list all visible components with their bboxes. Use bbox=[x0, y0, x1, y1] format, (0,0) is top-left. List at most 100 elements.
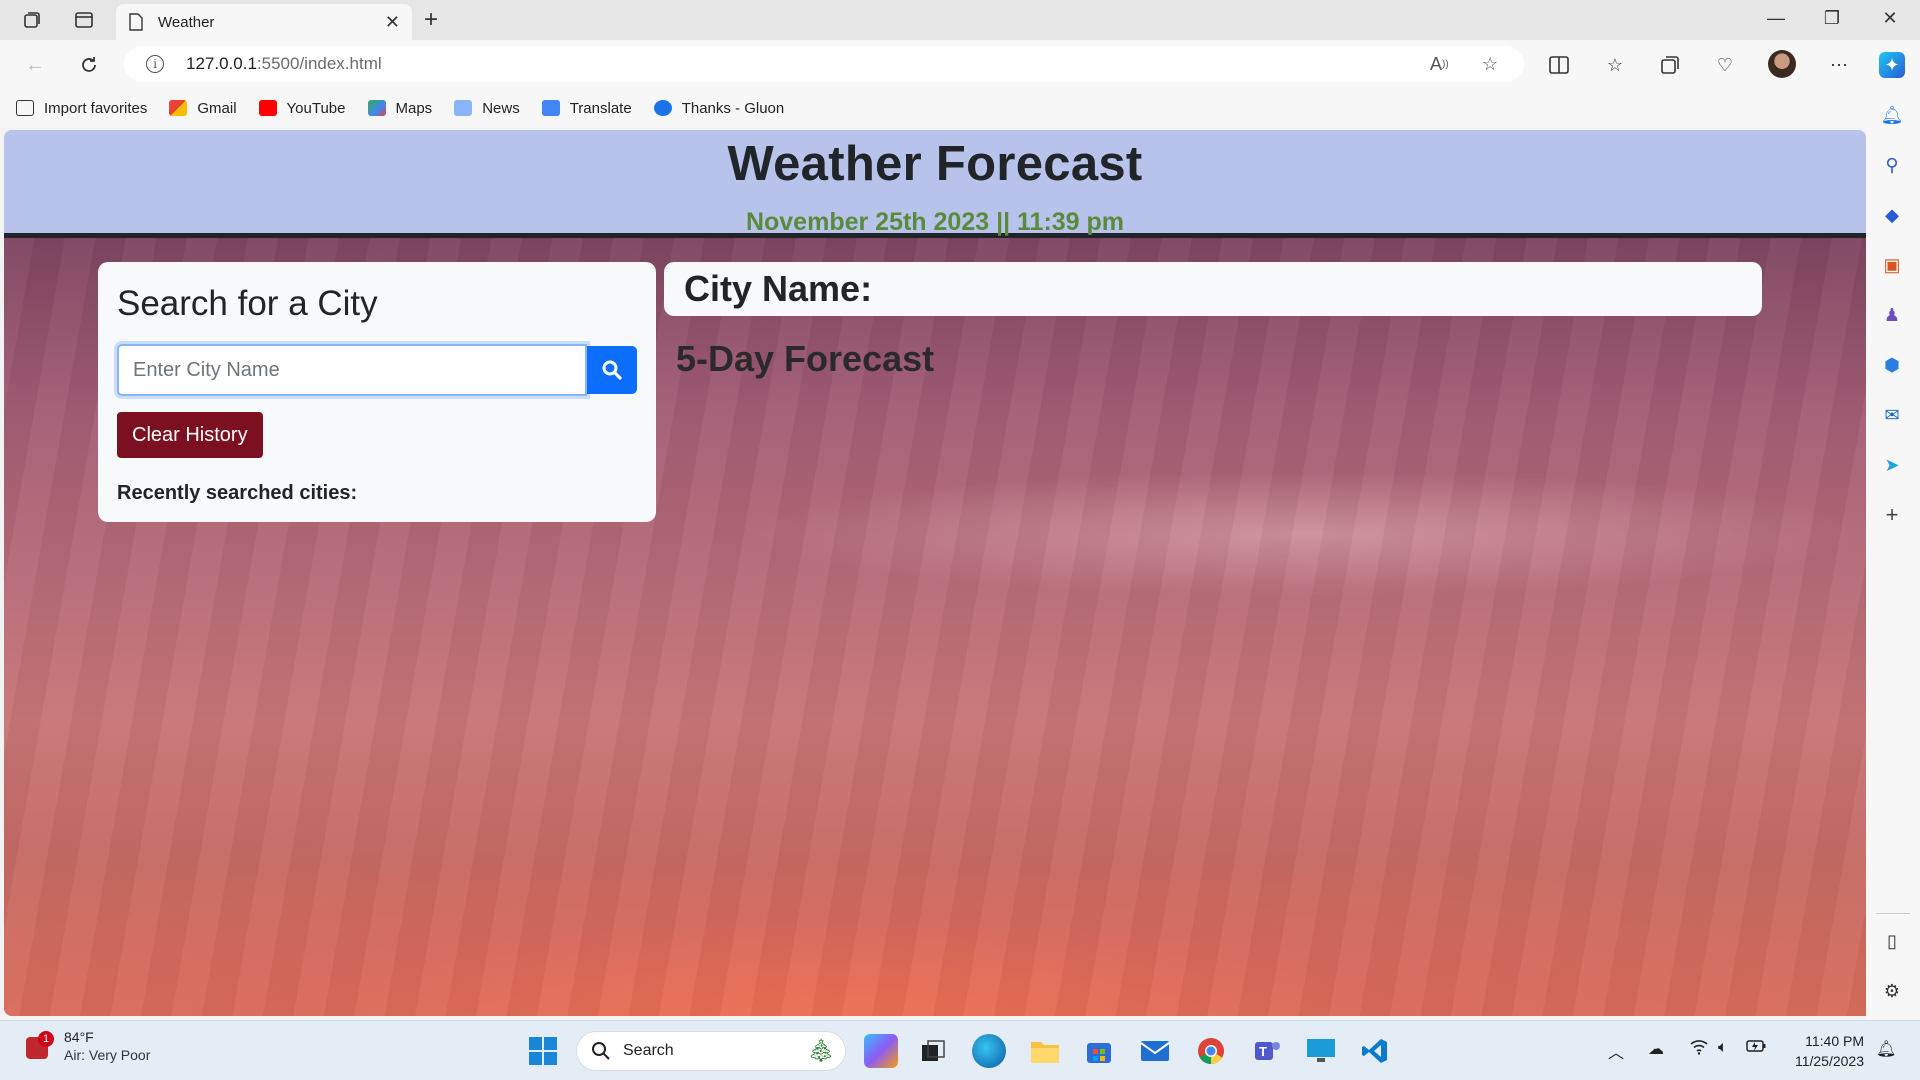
notifications-icon[interactable]: 🔔︎ bbox=[1879, 102, 1905, 128]
vertical-tabs-icon[interactable] bbox=[68, 6, 100, 34]
search-icon[interactable]: ⚲ bbox=[1879, 152, 1905, 178]
show-hidden-icons[interactable]: ︿ bbox=[1608, 1039, 1624, 1063]
new-tab-button[interactable]: + bbox=[424, 8, 438, 32]
site-info-icon[interactable]: i bbox=[146, 55, 164, 73]
profile-avatar[interactable] bbox=[1768, 50, 1796, 78]
page-viewport: Weather Forecast November 25th 2023 || 1… bbox=[4, 130, 1866, 1016]
onedrive-icon[interactable]: ☁ bbox=[1648, 1039, 1664, 1059]
shopping-icon[interactable]: ◆ bbox=[1879, 202, 1905, 228]
weather-widget-icon: 1 bbox=[24, 1031, 54, 1061]
favorites-icon[interactable]: ☆ bbox=[1600, 50, 1630, 80]
weather-badge: 1 bbox=[38, 1031, 54, 1047]
svg-text:T: T bbox=[1259, 1044, 1267, 1059]
start-button[interactable] bbox=[526, 1034, 560, 1068]
store-icon[interactable] bbox=[1082, 1034, 1116, 1068]
hide-sidebar-icon[interactable]: ▯ bbox=[1879, 928, 1905, 954]
tab-weather[interactable]: Weather ✕ bbox=[116, 4, 412, 40]
close-tab-icon[interactable]: ✕ bbox=[385, 12, 400, 33]
wifi-icon[interactable] bbox=[1690, 1039, 1708, 1060]
games-icon[interactable]: ♟ bbox=[1879, 302, 1905, 328]
recent-cities-label: Recently searched cities: bbox=[117, 482, 358, 504]
address-bar[interactable]: i 127.0.0.1:5500/index.html A)) ☆ bbox=[124, 46, 1524, 82]
more-menu-icon[interactable]: ⋯ bbox=[1824, 50, 1854, 80]
import-icon bbox=[16, 100, 34, 116]
teams-icon[interactable]: T bbox=[1250, 1034, 1284, 1068]
youtube-icon bbox=[258, 100, 277, 116]
vscode-icon[interactable] bbox=[1358, 1034, 1392, 1068]
back-button[interactable]: ← bbox=[20, 50, 50, 80]
sidebar-settings-icon[interactable]: ⚙ bbox=[1879, 978, 1905, 1004]
address-row: ← i 127.0.0.1:5500/index.html A)) ☆ ☆ ♡ … bbox=[0, 40, 1920, 88]
restore-button[interactable]: ❐ bbox=[1812, 8, 1852, 29]
volume-icon[interactable]: 🔈︎ bbox=[1718, 1039, 1728, 1057]
chrome-icon[interactable] bbox=[1194, 1034, 1228, 1068]
air-quality: Air: Very Poor bbox=[64, 1047, 151, 1063]
gluon-icon bbox=[653, 100, 672, 116]
taskbar-search[interactable]: Search 🎄︎ bbox=[576, 1031, 846, 1071]
weather-temp: 84°F bbox=[64, 1029, 94, 1045]
mail-icon[interactable] bbox=[1138, 1034, 1172, 1068]
fav-gmail[interactable]: Gmail bbox=[169, 100, 237, 117]
url-path: :5500/index.html bbox=[256, 54, 382, 73]
refresh-button[interactable] bbox=[74, 50, 104, 80]
add-sidebar-app-icon[interactable]: + bbox=[1879, 502, 1905, 528]
taskbar-search-label: Search bbox=[623, 1042, 674, 1059]
search-icon bbox=[592, 1042, 610, 1060]
read-aloud-icon[interactable]: A)) bbox=[1430, 46, 1449, 82]
search-panel: Search for a City Clear History Recently… bbox=[98, 262, 656, 522]
maps-icon bbox=[367, 100, 386, 116]
favorite-star-icon[interactable]: ☆ bbox=[1482, 46, 1498, 82]
copilot-icon[interactable]: ✦ bbox=[1879, 52, 1905, 78]
microsoft-365-icon[interactable]: ⬢ bbox=[1879, 352, 1905, 378]
fav-youtube[interactable]: YouTube bbox=[258, 100, 346, 117]
clock-date: 11/25/2023 bbox=[1794, 1053, 1864, 1069]
copilot-taskbar-icon[interactable] bbox=[864, 1034, 898, 1068]
search-heading: Search for a City bbox=[117, 284, 378, 323]
edge-taskbar-icon[interactable] bbox=[972, 1034, 1006, 1068]
edge-sidebar: ✦ 🔔︎ ⚲ ◆ ▣ ♟ ⬢ ✉ ➤ + ▯ ⚙ bbox=[1866, 40, 1920, 1020]
gmail-icon bbox=[169, 100, 188, 116]
current-city-panel: City Name: bbox=[664, 262, 1762, 316]
fav-translate[interactable]: Translate bbox=[541, 100, 632, 117]
city-search-input[interactable] bbox=[117, 344, 587, 396]
search-button[interactable] bbox=[587, 346, 637, 394]
fav-gluon[interactable]: Thanks - Gluon bbox=[653, 100, 784, 117]
taskbar: 1 84°F Air: Very Poor Search 🎄︎ T ︿ ☁ 🔈︎… bbox=[0, 1020, 1920, 1080]
collections-icon[interactable] bbox=[1655, 50, 1685, 80]
battery-icon[interactable] bbox=[1746, 1039, 1766, 1058]
page-icon bbox=[129, 13, 143, 31]
clear-history-button[interactable]: Clear History bbox=[117, 412, 263, 458]
search-group bbox=[117, 344, 637, 396]
city-name-heading: City Name: bbox=[684, 268, 873, 309]
task-view-icon[interactable] bbox=[916, 1034, 950, 1068]
notification-bell-icon[interactable]: 🔔︎ bbox=[1876, 1039, 1896, 1059]
tools-icon[interactable]: ▣ bbox=[1879, 252, 1905, 278]
url-host: 127.0.0.1 bbox=[186, 54, 257, 73]
browser-essentials-icon[interactable]: ♡ bbox=[1710, 50, 1740, 80]
fav-import[interactable]: Import favorites bbox=[16, 100, 147, 117]
forecast-heading: 5-Day Forecast bbox=[676, 338, 935, 379]
workspaces-icon[interactable] bbox=[16, 6, 48, 34]
favorites-bar: Import favorites Gmail YouTube Maps News… bbox=[0, 88, 1880, 128]
sidebar-divider bbox=[1876, 913, 1910, 914]
tab-strip: Weather ✕ + — ❐ ✕ bbox=[0, 0, 1920, 40]
file-explorer-icon[interactable] bbox=[1028, 1034, 1062, 1068]
close-window-button[interactable]: ✕ bbox=[1870, 8, 1910, 29]
system-clock[interactable]: 11:40 PM 11/25/2023 bbox=[1784, 1031, 1864, 1071]
translate-icon bbox=[541, 100, 560, 116]
fav-news[interactable]: News bbox=[454, 100, 520, 117]
clock-time: 11:40 PM bbox=[1805, 1033, 1864, 1049]
weather-widget[interactable]: 1 84°F Air: Very Poor bbox=[24, 1029, 150, 1063]
windows-icon bbox=[529, 1037, 557, 1065]
drop-icon[interactable]: ➤ bbox=[1879, 452, 1905, 478]
remote-desktop-icon[interactable] bbox=[1304, 1034, 1338, 1068]
holiday-search-icon: 🎄︎ bbox=[807, 1038, 835, 1063]
page-title: Weather Forecast bbox=[727, 137, 1143, 191]
news-icon bbox=[454, 100, 473, 116]
minimize-button[interactable]: — bbox=[1756, 8, 1796, 29]
outlook-icon[interactable]: ✉ bbox=[1879, 402, 1905, 428]
current-date: November 25th 2023 || 11:39 pm bbox=[745, 208, 1125, 236]
split-screen-icon[interactable] bbox=[1544, 50, 1574, 80]
search-icon bbox=[602, 360, 622, 380]
fav-maps[interactable]: Maps bbox=[367, 100, 432, 117]
